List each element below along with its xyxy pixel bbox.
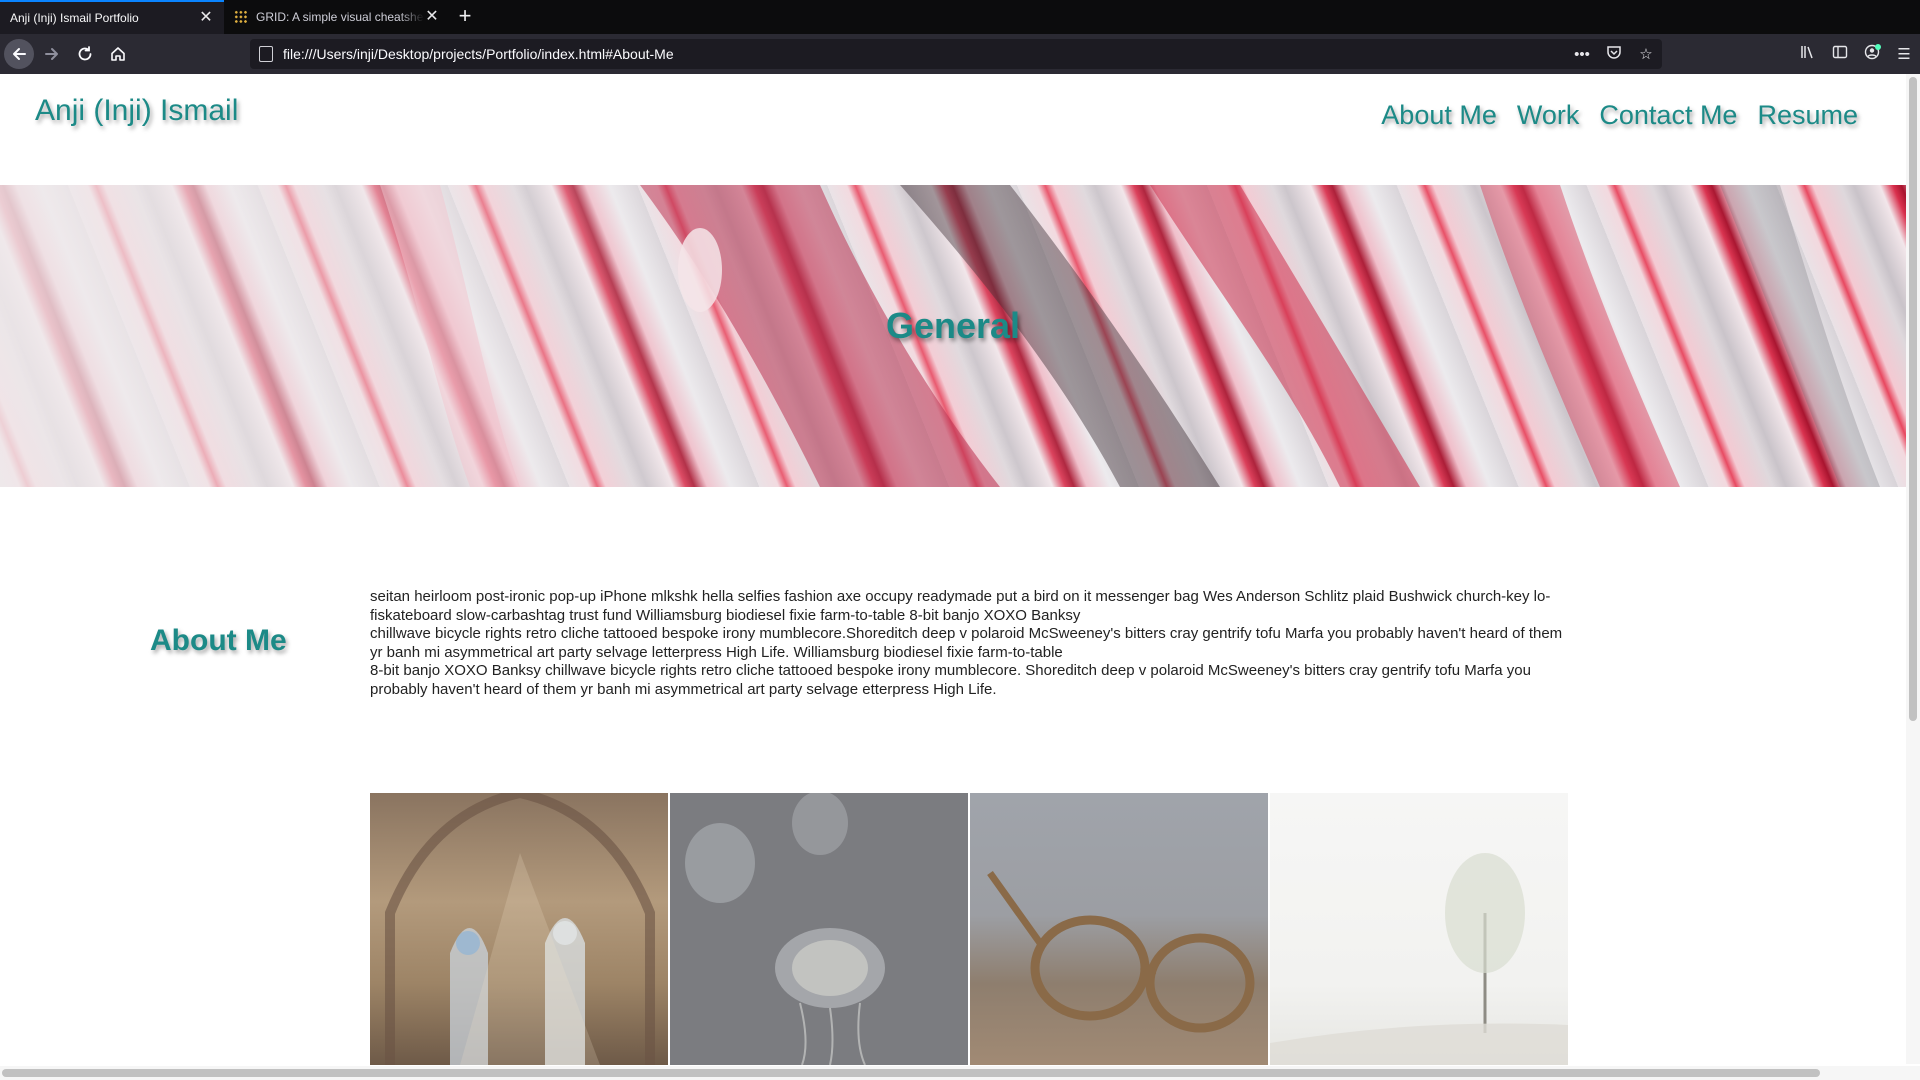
jellyfish-photo[interactable] [670, 793, 968, 1065]
account-icon[interactable] [1856, 44, 1888, 64]
tab-title: Anji (Inji) Ismail Portfolio [10, 11, 139, 25]
photo-gallery [370, 793, 1568, 1065]
lone-tree-photo[interactable] [1270, 793, 1568, 1065]
page-viewport: Anji (Inji) Ismail About Me Work Contact… [0, 74, 1920, 1080]
about-me-heading: About Me [150, 624, 287, 657]
eyeglasses-photo[interactable] [970, 793, 1268, 1065]
horizontal-scrollbar[interactable] [0, 1066, 1920, 1080]
hero-title: General [885, 305, 1021, 346]
navigation-toolbar: file:///Users/inji/Desktop/projects/Port… [0, 34, 1920, 74]
tab-strip: Anji (Inji) Ismail Portfolio ✕ GRID: A s… [0, 0, 1920, 34]
about-paragraph: seitan heirloom post-ironic pop-up iPhon… [370, 588, 1551, 624]
home-icon[interactable] [103, 39, 133, 69]
hero-banner: General [0, 185, 1906, 487]
pocket-icon[interactable] [1598, 44, 1630, 64]
grid-favicon-icon [234, 10, 248, 24]
scrollbar-thumb[interactable] [1909, 77, 1917, 721]
about-me-text: seitan heirloom post-ironic pop-up iPhon… [370, 588, 1566, 699]
nav-link-about-me[interactable]: About Me [1381, 100, 1497, 131]
nav-link-work[interactable]: Work [1517, 100, 1580, 131]
nav-link-resume[interactable]: Resume [1757, 100, 1858, 131]
tab-title: GRID: A simple visual cheatsheet [256, 10, 424, 24]
scrollbar-thumb[interactable] [2, 1069, 1820, 1077]
hamburger-menu-icon[interactable]: ☰ [1888, 45, 1920, 63]
tab-portfolio[interactable]: Anji (Inji) Ismail Portfolio ✕ [0, 0, 224, 34]
site-name[interactable]: Anji (Inji) Ismail [35, 94, 238, 128]
sidebar-icon[interactable] [1824, 44, 1856, 64]
ellipsis-icon[interactable]: ••• [1566, 46, 1598, 63]
url-text[interactable]: file:///Users/inji/Desktop/projects/Port… [283, 46, 1566, 62]
address-bar[interactable]: file:///Users/inji/Desktop/projects/Port… [250, 39, 1662, 69]
star-icon[interactable]: ☆ [1630, 45, 1662, 63]
reload-icon[interactable] [70, 39, 100, 69]
church-window-photo[interactable] [370, 793, 668, 1065]
tab-grid-cheatsheet[interactable]: GRID: A simple visual cheatsheet ✕ [224, 0, 450, 34]
close-tab-icon[interactable]: ✕ [424, 9, 440, 25]
vertical-scrollbar[interactable] [1906, 74, 1920, 1064]
site-nav: About Me Work Contact Me Resume [1381, 100, 1858, 131]
back-arrow-icon[interactable] [4, 39, 34, 69]
forward-arrow-icon[interactable] [37, 39, 67, 69]
library-icon[interactable] [1792, 44, 1824, 64]
about-paragraph: chillwave bicycle rights retro cliche ta… [370, 625, 1563, 661]
toolbar-right: ☰ [1792, 39, 1920, 69]
new-tab-button[interactable]: + [450, 0, 480, 34]
about-paragraph: 8-bit banjo XOXO Banksy chillwave bicycl… [370, 662, 1531, 698]
close-tab-icon[interactable]: ✕ [198, 10, 214, 26]
nav-link-contact-me[interactable]: Contact Me [1599, 100, 1737, 131]
page-icon [259, 46, 273, 62]
